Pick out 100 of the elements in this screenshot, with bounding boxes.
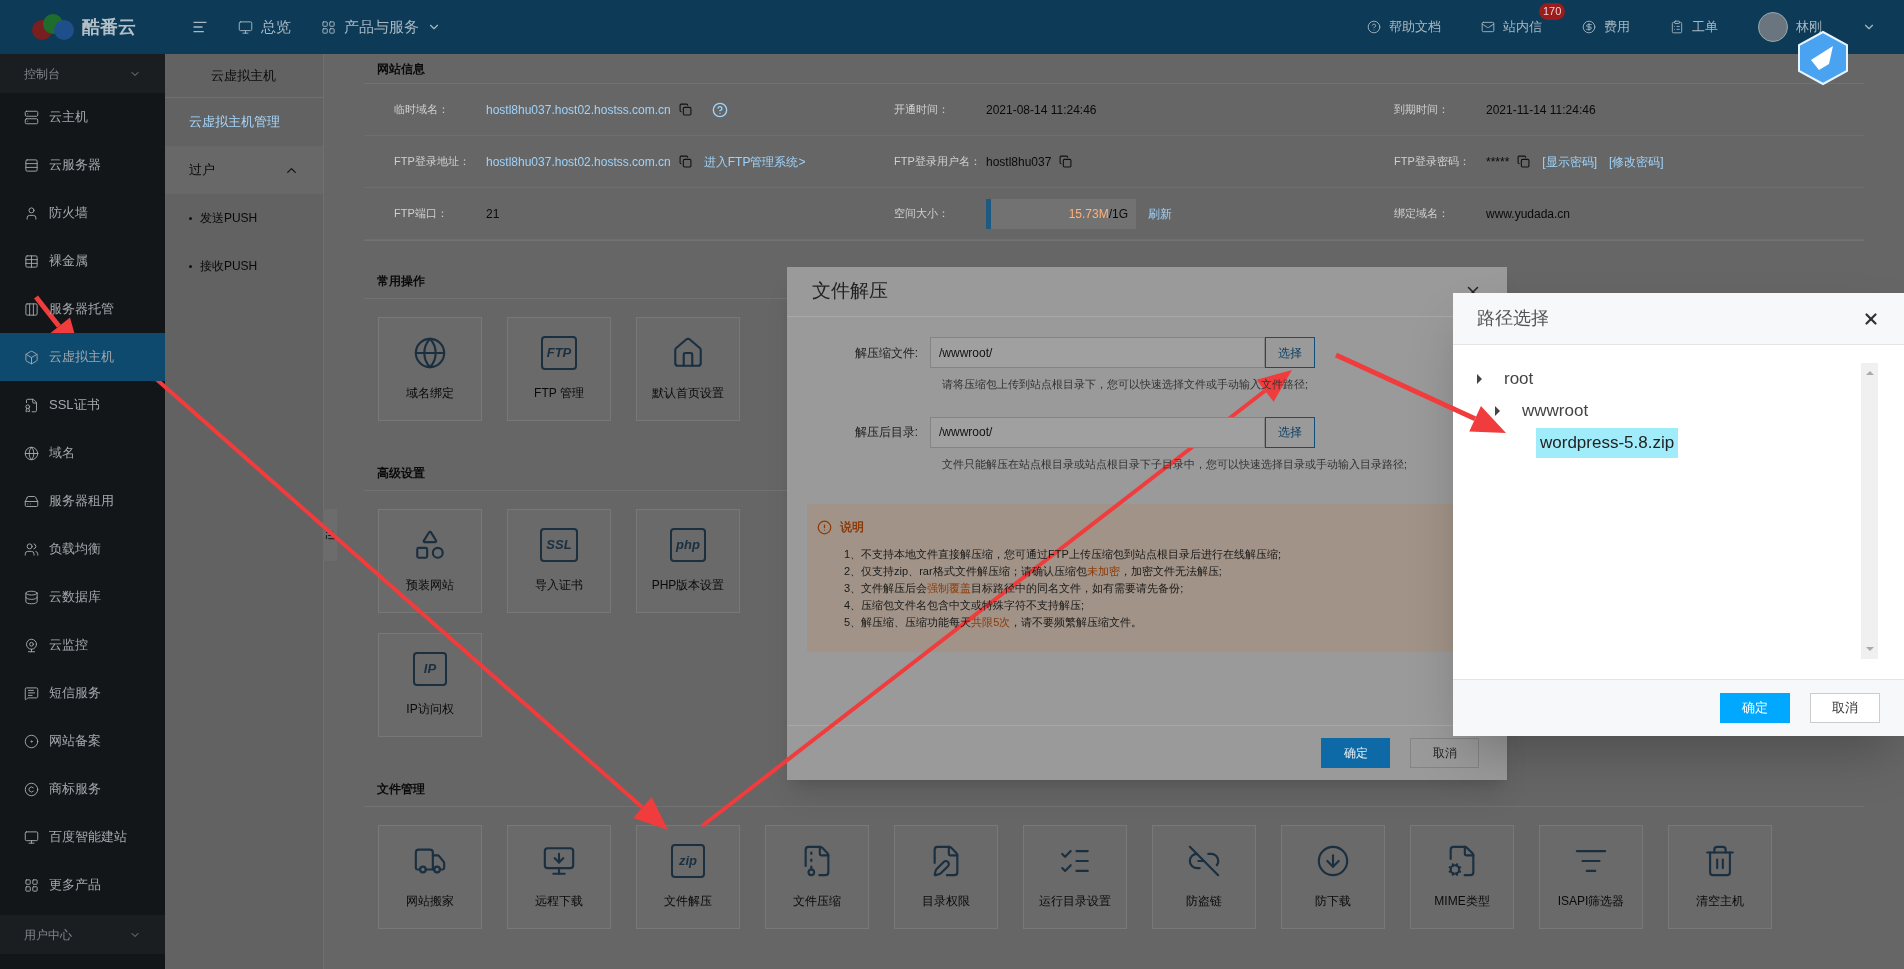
sidebar-item[interactable]: 服务器租用 <box>0 477 165 525</box>
tool-tile[interactable]: MIME类型 <box>1410 825 1514 929</box>
tool-tile[interactable]: SSL 导入证书 <box>507 509 611 613</box>
tool-tile[interactable]: zip 文件解压 <box>636 825 740 929</box>
sidebar-item[interactable]: 云主机 <box>0 93 165 141</box>
collapse-handle[interactable] <box>323 509 337 561</box>
help-icon <box>1367 20 1381 34</box>
tool-tile[interactable]: IP IP访问权 <box>378 633 482 737</box>
tool-tile[interactable]: 目录权限 <box>894 825 998 929</box>
field-label: FTP登录用户名： <box>893 154 982 170</box>
field-label: 临时域名： <box>393 102 450 118</box>
header-link[interactable]: 帮助文档 <box>1367 17 1441 37</box>
tool-tile[interactable]: 清空主机 <box>1668 825 1772 929</box>
sidebar-item[interactable]: 网站备案 <box>0 717 165 765</box>
domain-link[interactable]: hostl8hu037.host02.hostss.com.cn <box>486 100 671 119</box>
user-name[interactable]: 林刚 <box>1796 17 1822 37</box>
field-label: 到期时间： <box>1393 102 1450 118</box>
tool-tile[interactable]: 域名绑定 <box>378 317 482 421</box>
logo-text: 酷番云 <box>82 15 136 39</box>
tool-tile[interactable]: 防盗链 <box>1152 825 1256 929</box>
field-hint: 文件只能解压在站点根目录或站点根目录下子目录中，您可以快速选择目录或手动输入目录路径; <box>942 456 1408 472</box>
tool-tile[interactable]: FTP FTP 管理 <box>507 317 611 421</box>
tree-item[interactable]: wordpress-5.8.zip <box>1536 428 1679 458</box>
field-label: 空间大小： <box>893 206 950 222</box>
copy-icon[interactable] <box>1517 155 1531 168</box>
bullet-icon <box>188 216 192 220</box>
expand-triangle-icon[interactable] <box>1477 374 1482 384</box>
sidebar-item[interactable]: 服务器托管 <box>0 285 165 333</box>
tool-tile[interactable]: 网站搬家 <box>378 825 482 929</box>
action-link[interactable]: 进入FTP管理系统> <box>703 152 806 171</box>
sidebar-item[interactable]: 云监控 <box>0 621 165 669</box>
tool-tile[interactable]: php PHP版本设置 <box>636 509 740 613</box>
select-button[interactable]: 选择 <box>1265 337 1315 368</box>
tree-item[interactable]: wwwroot <box>1518 396 1593 426</box>
sidebar-item[interactable]: 防火墙 <box>0 189 165 237</box>
field-label: FTP登录地址： <box>393 154 471 170</box>
header-link[interactable]: 工单 <box>1670 17 1718 37</box>
icon-label: php <box>670 528 706 562</box>
message-icon <box>24 685 39 701</box>
action-link[interactable]: [修改密码] <box>1609 152 1664 171</box>
tree-item[interactable]: root <box>1500 364 1538 394</box>
notice-text: 2、仅支持zip、rar格式文件解压缩；请确认压缩包未加密，加密文件无法解压; <box>844 564 1222 579</box>
nav-menu-item[interactable]: 产品与服务 <box>321 15 441 39</box>
shapes-icon <box>413 528 447 562</box>
sidebar-item[interactable]: 云数据库 <box>0 573 165 621</box>
confirm-button[interactable]: 确定 <box>1321 738 1390 768</box>
tool-tile[interactable]: 文件压缩 <box>765 825 869 929</box>
header-link[interactable]: 站内信 <box>1481 17 1542 37</box>
cancel-button[interactable]: 取消 <box>1810 693 1880 723</box>
tile-label: FTP 管理 <box>534 385 584 402</box>
tile-label: 文件解压 <box>664 893 712 910</box>
menu-icon[interactable] <box>192 19 208 35</box>
subnav-item[interactable]: 发送PUSH <box>199 209 258 227</box>
sidebar-item[interactable]: 百度智能建站 <box>0 813 165 861</box>
copy-icon[interactable] <box>678 155 692 168</box>
sidebar-item[interactable]: 短信服务 <box>0 669 165 717</box>
server-icon <box>24 109 39 125</box>
nav-menu-item[interactable]: 总览 <box>238 15 291 39</box>
confirm-button[interactable]: 确定 <box>1720 693 1790 723</box>
sidebar-item[interactable]: 商标服务 <box>0 765 165 813</box>
table-icon <box>24 253 39 269</box>
tool-tile[interactable]: ISAPI筛选器 <box>1539 825 1643 929</box>
sidebar-item[interactable]: 域名 <box>0 429 165 477</box>
avatar[interactable] <box>1758 12 1788 42</box>
copy-icon[interactable] <box>1059 155 1073 168</box>
subnav-group[interactable]: 过户 <box>188 160 215 180</box>
certificate-icon <box>24 397 39 413</box>
tile-label: 运行目录设置 <box>1039 893 1111 910</box>
sidebar-header[interactable]: 控制台 <box>24 64 60 83</box>
header-link[interactable]: 费用 <box>1582 17 1630 37</box>
action-link[interactable]: 刷新 <box>1148 204 1172 223</box>
field-value: 2021-08-14 11:24:46 <box>986 101 1097 119</box>
tool-tile[interactable]: 运行目录设置 <box>1023 825 1127 929</box>
subnav-item[interactable]: 接收PUSH <box>199 257 258 275</box>
tool-tile[interactable]: 默认首页设置 <box>636 317 740 421</box>
sidebar-header[interactable]: 用户中心 <box>24 925 72 944</box>
tile-label: 默认首页设置 <box>652 385 724 402</box>
scrollbar[interactable] <box>1861 363 1878 659</box>
sidebar-item[interactable]: SSL证书 <box>0 381 165 429</box>
path-input[interactable]: /wwwroot/ <box>930 416 1265 448</box>
sidebar-item[interactable]: 云服务器 <box>0 141 165 189</box>
trash-icon <box>1703 844 1737 878</box>
select-button[interactable]: 选择 <box>1265 416 1315 448</box>
sidebar-item[interactable]: 负载均衡 <box>0 525 165 573</box>
copy-icon[interactable] <box>678 103 692 116</box>
sidebar-item[interactable]: 裸金属 <box>0 237 165 285</box>
tool-tile[interactable]: 预装网站 <box>378 509 482 613</box>
sidebar-item[interactable]: 更多产品 <box>0 861 165 909</box>
action-link[interactable]: [显示密码] <box>1542 152 1598 171</box>
field-label: FTP端口： <box>393 206 449 222</box>
subnav-item[interactable]: 云虚拟主机管理 <box>164 98 323 146</box>
field-label: 解压缩文件: <box>853 344 919 362</box>
domain-link[interactable]: hostl8hu037.host02.hostss.com.cn <box>486 152 671 171</box>
sidebar-item[interactable]: 云虚拟主机 <box>0 333 165 381</box>
help-icon[interactable] <box>711 101 728 118</box>
icon-label: SSL <box>540 528 578 562</box>
tool-tile[interactable]: 防下载 <box>1281 825 1385 929</box>
path-input[interactable]: /wwwroot/ <box>930 337 1265 368</box>
cancel-button[interactable]: 取消 <box>1410 738 1479 768</box>
tool-tile[interactable]: 远程下载 <box>507 825 611 929</box>
